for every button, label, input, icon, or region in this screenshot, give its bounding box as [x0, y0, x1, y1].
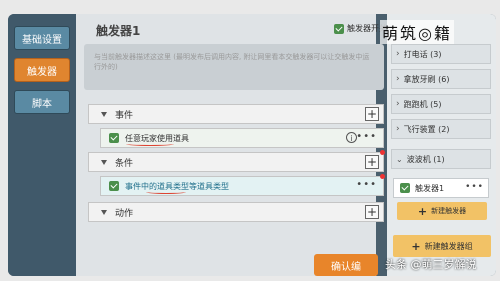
more-dots-icon[interactable]: •••	[356, 179, 377, 190]
trigger-list-item[interactable]: 触发器1 •••	[393, 178, 489, 198]
chevron-down-icon[interactable]	[101, 209, 107, 215]
group-label: 波波机 (1)	[406, 154, 445, 164]
sidebar: 基础设置 触发器 脚本	[8, 14, 76, 276]
description-text: 与当前触发器描述这这里 (最明发布后调用内容, 附让网里看本交触发器可以让交触发…	[94, 53, 370, 71]
group-label: 打电话 (3)	[403, 49, 442, 59]
watermark-credit: 头条 @萌三岁解说	[385, 258, 477, 271]
section-condition[interactable]: 条件 +	[88, 150, 385, 172]
plus-icon: +	[417, 204, 428, 218]
new-trigger-group-label: 新建触发器组	[424, 241, 473, 251]
new-trigger-button[interactable]: + 新建触发器	[397, 202, 487, 220]
group-row-expanded[interactable]: ⌄ 波波机 (1)	[391, 149, 491, 169]
section-action[interactable]: 动作 +	[88, 202, 384, 222]
chevron-down-icon[interactable]	[101, 159, 107, 165]
trigger-groups-panel: › 打电话 (3) › 拿放牙刷 (6) › 跑跑机 (5) › 飞行装置 (2…	[387, 14, 496, 276]
confirm-button[interactable]: 确认编	[314, 254, 378, 276]
section-condition-label: 条件	[115, 158, 134, 169]
section-event-label: 事件	[115, 110, 134, 121]
more-dots-icon[interactable]: •••	[465, 182, 484, 192]
add-event-button[interactable]: +	[365, 107, 379, 121]
group-label: 飞行装置 (2)	[403, 124, 450, 134]
checkbox-icon[interactable]	[400, 183, 410, 193]
description-box[interactable]: 与当前触发器描述这这里 (最明发布后调用内容, 附让网里看本交触发器可以让交触发…	[84, 44, 384, 90]
condition-item[interactable]: 事件中的道具类型等道具类型 •••	[100, 174, 385, 196]
new-trigger-label: 新建触发器	[431, 207, 467, 215]
group-row[interactable]: › 飞行装置 (2)	[391, 119, 491, 139]
section-action-label: 动作	[115, 208, 134, 219]
checkbox-icon[interactable]	[334, 23, 344, 34]
plus-icon: +	[411, 239, 421, 253]
group-label: 拿放牙刷 (6)	[403, 74, 450, 84]
checkbox-icon[interactable]	[109, 133, 119, 143]
notification-dot	[380, 150, 385, 155]
chevron-right-icon: ›	[396, 124, 400, 134]
add-condition-button[interactable]: +	[365, 155, 379, 169]
trigger-editor: 触发器1 触发器开关 与当前触发器描述这这里 (最明发布后调用内容, 附让网里看…	[76, 14, 387, 276]
watermark-logo: 萌筑◎籍	[380, 20, 454, 44]
notification-dot	[380, 174, 385, 179]
checkbox-icon[interactable]	[109, 181, 119, 191]
more-dots-icon[interactable]: •••	[356, 131, 377, 142]
add-action-button[interactable]: +	[365, 205, 379, 219]
group-row[interactable]: › 打电话 (3)	[391, 44, 491, 64]
section-event[interactable]: 事件 +	[88, 104, 384, 124]
trigger-list-item-label: 触发器1	[415, 183, 445, 193]
annotation-underline	[126, 142, 174, 146]
chevron-right-icon: ›	[396, 74, 400, 84]
sidebar-item-basic-settings[interactable]: 基础设置	[14, 26, 70, 50]
group-row[interactable]: › 拿放牙刷 (6)	[391, 69, 491, 89]
chevron-right-icon: ›	[396, 49, 400, 59]
sidebar-item-scripts[interactable]: 脚本	[14, 90, 70, 114]
sidebar-item-triggers[interactable]: 触发器	[14, 58, 70, 82]
annotation-underline	[146, 190, 186, 194]
group-label: 跑跑机 (5)	[403, 99, 442, 109]
chevron-right-icon: ›	[396, 99, 400, 109]
group-row[interactable]: › 跑跑机 (5)	[391, 94, 491, 114]
new-trigger-group-button[interactable]: + 新建触发器组	[393, 235, 491, 257]
page-title: 触发器1	[96, 24, 141, 38]
chevron-down-icon: ⌄	[396, 154, 403, 164]
app-frame: 基础设置 触发器 脚本 触发器1 触发器开关 与当前触发器描述这这里 (最明发布…	[8, 14, 496, 276]
chevron-down-icon[interactable]	[101, 111, 107, 117]
